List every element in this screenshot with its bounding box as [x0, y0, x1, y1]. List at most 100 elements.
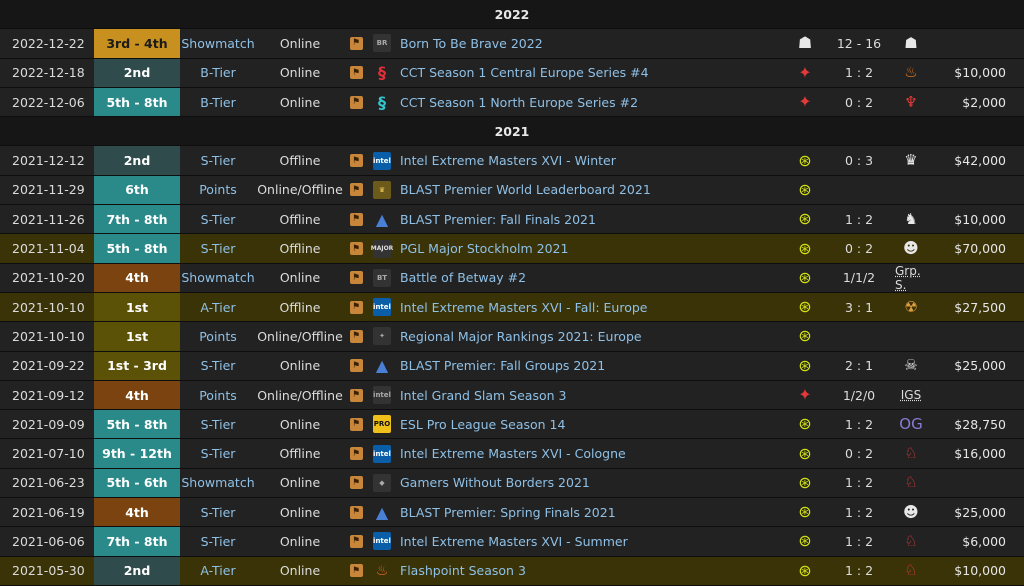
flame-icon[interactable]: ♨ — [904, 65, 917, 80]
tournament-logo-cell[interactable]: intel — [370, 439, 394, 467]
gwb-logo-icon[interactable]: ◆ — [373, 473, 391, 492]
intel-logo-icon[interactable]: intel — [373, 386, 391, 404]
tier-link[interactable]: S-Tier — [180, 439, 256, 467]
opponent-text[interactable]: Grp. S. — [895, 264, 927, 292]
tier-link[interactable]: S-Tier — [180, 498, 256, 526]
iem-logo-icon[interactable]: intel — [373, 532, 391, 551]
team-cell[interactable]: ⊛ — [790, 234, 820, 262]
opponent-cell[interactable]: ♞ — [895, 205, 927, 233]
team-cell[interactable]: ⊛ — [790, 322, 820, 350]
opponent-cell[interactable]: ☢ — [895, 293, 927, 321]
team-cell[interactable]: ⊛ — [790, 439, 820, 467]
g2-icon[interactable]: ☻ — [903, 504, 919, 520]
team-cell[interactable]: ⊛ — [790, 293, 820, 321]
tournament-logo-cell[interactable]: ▲ — [370, 205, 394, 233]
big-icon[interactable]: ☠ — [904, 358, 917, 373]
tournament-name-link[interactable]: Intel Extreme Masters XVI - Cologne — [400, 439, 780, 467]
opponent-cell[interactable]: ☗ — [895, 29, 927, 57]
tournament-name-link[interactable]: Gamers Without Borders 2021 — [400, 469, 780, 497]
opponent-cell[interactable]: OG — [895, 410, 927, 438]
tier-link[interactable]: Showmatch — [180, 264, 256, 292]
team-cell[interactable]: ⊛ — [790, 352, 820, 380]
red-arrow-icon[interactable]: ✦ — [798, 64, 811, 81]
tournament-logo-cell[interactable]: MAJOR — [370, 234, 394, 262]
tournament-name-link[interactable]: Intel Extreme Masters XVI - Winter — [400, 146, 780, 174]
tier-link[interactable]: Points — [180, 176, 256, 204]
mousesports-icon[interactable]: ♘ — [904, 563, 917, 578]
opponent-cell[interactable]: ♆ — [895, 88, 927, 116]
opponent-cell[interactable]: ♘ — [895, 439, 927, 467]
tier-link[interactable]: S-Tier — [180, 410, 256, 438]
red-beast-icon[interactable]: ♆ — [904, 94, 917, 110]
navi-icon[interactable]: ⊛ — [798, 357, 811, 374]
cct-teal-logo-icon[interactable]: § — [373, 93, 391, 112]
navi-icon[interactable]: ⊛ — [798, 416, 811, 432]
tier-link[interactable]: A-Tier — [180, 293, 256, 321]
team-cell[interactable]: ✦ — [790, 59, 820, 87]
tournament-logo-cell[interactable]: intel — [370, 527, 394, 555]
iem-logo-icon[interactable]: intel — [373, 298, 391, 317]
tournament-logo-cell[interactable]: ✦ — [370, 322, 394, 350]
navi-icon[interactable]: ⊛ — [798, 562, 811, 579]
team-cell[interactable]: ⊛ — [790, 498, 820, 526]
tournament-logo-cell[interactable]: intel — [370, 146, 394, 174]
tournament-logo-cell[interactable]: PRO — [370, 410, 394, 438]
betway-logo-icon[interactable]: BT — [373, 268, 391, 287]
tier-link[interactable]: B-Tier — [180, 88, 256, 116]
tournament-name-link[interactable]: ESL Pro League Season 14 — [400, 410, 780, 438]
navi-icon[interactable]: ⊛ — [798, 445, 811, 462]
tournament-name-link[interactable]: Born To Be Brave 2022 — [400, 29, 780, 57]
navi-icon[interactable]: ⊛ — [798, 181, 811, 198]
tournament-logo-cell[interactable]: ♛ — [370, 176, 394, 204]
bravo-logo-icon[interactable]: BR — [373, 34, 391, 53]
cs-soldier-icon[interactable]: ☗ — [904, 35, 917, 51]
navi-icon[interactable]: ⊛ — [798, 211, 811, 227]
opponent-cell[interactable]: ♘ — [895, 527, 927, 555]
tournament-name-link[interactable]: Intel Extreme Masters XVI - Fall: Europe — [400, 293, 780, 321]
tournament-name-link[interactable]: PGL Major Stockholm 2021 — [400, 234, 780, 262]
tournament-logo-cell[interactable]: § — [370, 59, 394, 87]
opponent-cell[interactable]: ♘ — [895, 557, 927, 585]
opponent-cell[interactable]: ☠ — [895, 352, 927, 380]
tournament-name-link[interactable]: BLAST Premier: Fall Finals 2021 — [400, 205, 780, 233]
red-arrow-icon[interactable]: ✦ — [798, 387, 811, 403]
tournament-name-link[interactable]: Regional Major Rankings 2021: Europe — [400, 322, 780, 350]
tournament-name-link[interactable]: BLAST Premier: Fall Groups 2021 — [400, 352, 780, 380]
tier-link[interactable]: S-Tier — [180, 352, 256, 380]
virtus-pro-icon[interactable]: ♘ — [904, 533, 917, 549]
red-arrow-icon[interactable]: ✦ — [798, 94, 811, 110]
navi-icon[interactable]: ⊛ — [798, 328, 811, 344]
tournament-name-link[interactable]: CCT Season 1 Central Europe Series #4 — [400, 59, 780, 87]
tournament-logo-cell[interactable]: ◆ — [370, 469, 394, 497]
flashpoint-logo-icon[interactable]: ♨ — [373, 562, 391, 580]
tournament-logo-cell[interactable]: BT — [370, 264, 394, 292]
team-cell[interactable]: ⊛ — [790, 410, 820, 438]
tournament-name-link[interactable]: BLAST Premier World Leaderboard 2021 — [400, 176, 780, 204]
team-cell[interactable]: ✦ — [790, 88, 820, 116]
mousesports-icon[interactable]: ♘ — [904, 475, 917, 490]
tier-link[interactable]: Points — [180, 322, 256, 350]
team-cell[interactable]: ⊛ — [790, 557, 820, 585]
team-cell[interactable]: ⊛ — [790, 176, 820, 204]
opponent-cell[interactable]: ☻ — [895, 234, 927, 262]
liquid-icon[interactable]: ♞ — [904, 211, 917, 227]
tournament-logo-cell[interactable]: ♨ — [370, 557, 394, 585]
opponent-cell[interactable]: ♛ — [895, 146, 927, 174]
navi-icon[interactable]: ⊛ — [798, 299, 811, 315]
navi-icon[interactable]: ⊛ — [798, 474, 811, 491]
tier-link[interactable]: S-Tier — [180, 234, 256, 262]
tournament-name-link[interactable]: Intel Extreme Masters XVI - Summer — [400, 527, 780, 555]
tier-link[interactable]: Showmatch — [180, 469, 256, 497]
opponent-cell[interactable] — [895, 322, 927, 350]
ence-icon[interactable]: ☢ — [904, 299, 917, 315]
navi-icon[interactable]: ⊛ — [798, 240, 811, 257]
blast-logo-icon[interactable]: ▲ — [373, 210, 391, 229]
team-cell[interactable]: ⊛ — [790, 469, 820, 497]
cs-soldier-icon[interactable]: ☗ — [798, 35, 812, 51]
tier-link[interactable]: Showmatch — [180, 29, 256, 57]
team-cell[interactable]: ⊛ — [790, 146, 820, 174]
vitality-icon[interactable]: ♛ — [904, 153, 917, 168]
opponent-cell[interactable]: ♨ — [895, 59, 927, 87]
tournament-logo-cell[interactable]: § — [370, 88, 394, 116]
opponent-cell[interactable]: Grp. S. — [895, 264, 927, 292]
